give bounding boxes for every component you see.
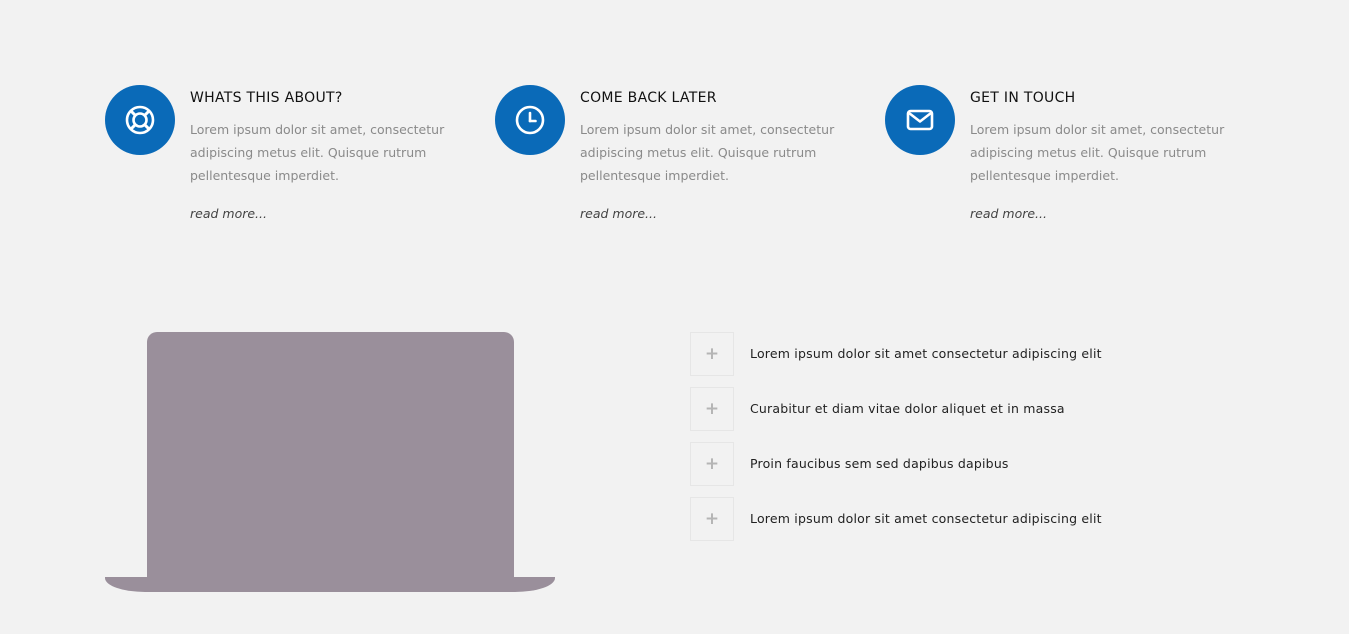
feature-content: COME BACK LATER Lorem ipsum dolor sit am… xyxy=(580,90,850,222)
feature-come-back: COME BACK LATER Lorem ipsum dolor sit am… xyxy=(495,85,855,235)
feature-text: Lorem ipsum dolor sit amet, consectetur … xyxy=(970,122,1225,183)
read-more-link[interactable]: read more... xyxy=(970,206,1047,221)
accordion-toggle-button[interactable]: + xyxy=(690,387,734,431)
accordion-item-label[interactable]: Lorem ipsum dolor sit amet consectetur a… xyxy=(750,346,1102,361)
laptop-base-image xyxy=(105,577,555,592)
feature-get-in-touch: GET IN TOUCH Lorem ipsum dolor sit amet,… xyxy=(885,85,1245,235)
accordion-toggle-button[interactable]: + xyxy=(690,332,734,376)
feature-title: GET IN TOUCH xyxy=(970,90,1076,106)
accordion-item[interactable]: + Proin faucibus sem sed dapibus dapibus xyxy=(690,442,1290,486)
accordion-toggle-button[interactable]: + xyxy=(690,442,734,486)
accordion-item-label[interactable]: Proin faucibus sem sed dapibus dapibus xyxy=(750,456,1009,471)
feature-title: WHATS THIS ABOUT? xyxy=(190,90,343,106)
feature-about: WHATS THIS ABOUT? Lorem ipsum dolor sit … xyxy=(105,85,465,235)
feature-content: GET IN TOUCH Lorem ipsum dolor sit amet,… xyxy=(970,90,1240,222)
clock-icon xyxy=(515,105,545,135)
feature-text: Lorem ipsum dolor sit amet, consectetur … xyxy=(580,122,835,183)
feature-icon-circle xyxy=(495,85,565,155)
accordion-item[interactable]: + Lorem ipsum dolor sit amet consectetur… xyxy=(690,497,1290,541)
plus-icon: + xyxy=(704,398,720,419)
accordion-item-label[interactable]: Lorem ipsum dolor sit amet consectetur a… xyxy=(750,511,1102,526)
accordion-toggle-button[interactable]: + xyxy=(690,497,734,541)
feature-text: Lorem ipsum dolor sit amet, consectetur … xyxy=(190,122,445,183)
accordion-item[interactable]: + Lorem ipsum dolor sit amet consectetur… xyxy=(690,332,1290,376)
plus-icon: + xyxy=(704,343,720,364)
feature-icon-circle xyxy=(885,85,955,155)
lifebuoy-icon xyxy=(125,105,155,135)
accordion-item-label[interactable]: Curabitur et diam vitae dolor aliquet et… xyxy=(750,401,1065,416)
page: WHATS THIS ABOUT? Lorem ipsum dolor sit … xyxy=(0,0,1349,634)
envelope-icon xyxy=(906,109,934,131)
read-more-link[interactable]: read more... xyxy=(580,206,657,221)
accordion-item[interactable]: + Curabitur et diam vitae dolor aliquet … xyxy=(690,387,1290,431)
feature-content: WHATS THIS ABOUT? Lorem ipsum dolor sit … xyxy=(190,90,460,222)
feature-icon-circle xyxy=(105,85,175,155)
laptop-screen-image xyxy=(147,332,514,582)
read-more-link[interactable]: read more... xyxy=(190,206,267,221)
feature-title: COME BACK LATER xyxy=(580,90,717,106)
plus-icon: + xyxy=(704,508,720,529)
plus-icon: + xyxy=(704,453,720,474)
